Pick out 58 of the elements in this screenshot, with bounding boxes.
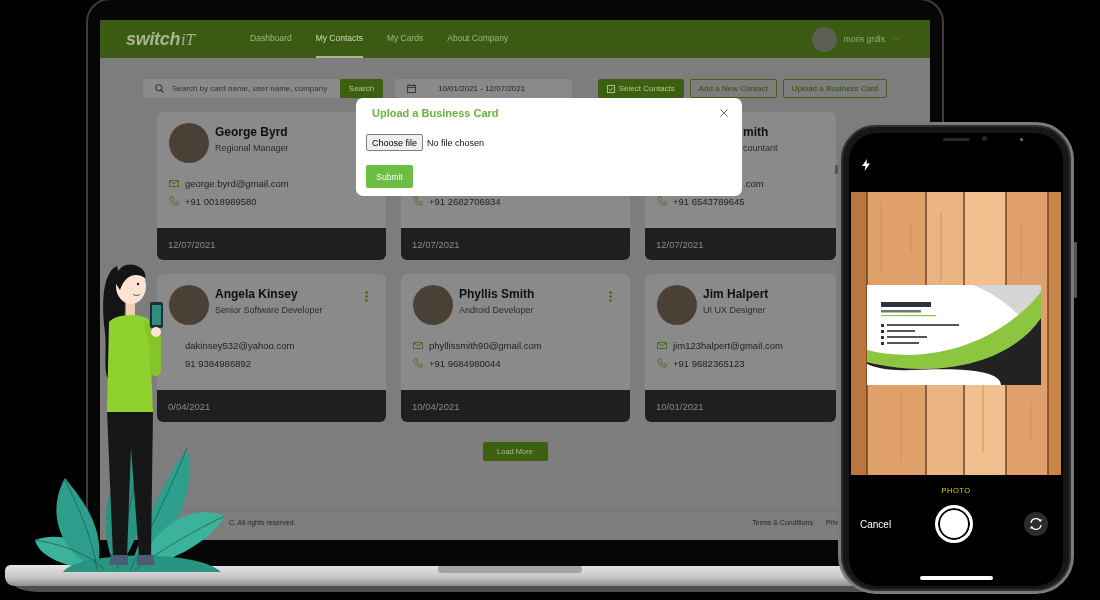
flip-camera-icon[interactable]	[1024, 512, 1048, 536]
search-icon	[155, 84, 164, 93]
toolbar-button[interactable]: Select Contacts	[597, 79, 684, 98]
user-avatar[interactable]	[812, 26, 838, 52]
contact-job-title: Android Developer	[459, 305, 534, 316]
contact-name: Angela Kinsey	[215, 287, 298, 301]
contact-name: Jim Halpert	[703, 287, 769, 301]
contact-job-title: countant	[743, 143, 778, 154]
card-date: 10/01/2021	[656, 400, 704, 412]
contact-email[interactable]: dakinsey532@yahoo.com	[185, 339, 295, 351]
contact-name: Phyllis Smith	[459, 287, 535, 301]
dialog-title: Upload a Business Card	[372, 107, 499, 119]
card-date: 12/07/2021	[412, 238, 460, 250]
contact-phone[interactable]: +91 6543789645	[673, 195, 745, 207]
flash-icon[interactable]	[862, 159, 870, 171]
contact-email[interactable]: jim123halpert@gmail.com	[673, 339, 783, 351]
card-date: 12/07/2021	[168, 238, 216, 250]
contact-job-title: Regional Manager	[215, 143, 289, 154]
contact-email[interactable]: phyllissmith90@gmail.com	[429, 339, 542, 351]
search-button[interactable]: Search	[340, 79, 383, 98]
nav-tab[interactable]: About Company	[447, 20, 509, 58]
nav-tab[interactable]: Dashboard	[250, 20, 292, 58]
file-status-text: No file chosen	[427, 137, 485, 148]
contact-name: mith	[743, 125, 769, 139]
contact-email[interactable]: .com	[743, 177, 764, 189]
contact-name: George Byrd	[215, 125, 288, 139]
camera-lens-icon	[982, 136, 987, 141]
side-button[interactable]	[835, 165, 838, 174]
app-logo[interactable]: switchiT	[126, 28, 196, 50]
indicator-light-icon	[1020, 138, 1023, 141]
contact-job-title: Senior Software Developer	[215, 305, 323, 316]
close-icon[interactable]	[720, 109, 728, 117]
date-range-field[interactable]: 10/01/2021 - 12/07/2021	[395, 79, 572, 98]
toolbar-button[interactable]: Add a New Contact	[689, 79, 777, 98]
contact-job-title: UI UX Designer	[703, 305, 766, 316]
caret-icon[interactable]	[893, 37, 900, 41]
toolbar-button[interactable]: Upload a Business Card	[782, 79, 887, 98]
nav-tab[interactable]: My Cards	[386, 20, 424, 58]
side-button[interactable]	[1074, 242, 1077, 298]
user-name[interactable]: moris grdis	[843, 34, 885, 44]
cancel-button[interactable]: Cancel	[860, 518, 892, 530]
contact-phone[interactable]: +91 9684980044	[429, 357, 501, 369]
card-date: 12/07/2021	[656, 238, 704, 250]
calendar-icon	[407, 84, 416, 93]
card-date: 10/04/2021	[412, 400, 460, 412]
contact-phone[interactable]: 91 9384986892	[185, 357, 252, 369]
contact-phone[interactable]: +91 0018989580	[185, 195, 257, 207]
shutter-button[interactable]	[935, 505, 973, 543]
speaker-slot	[943, 138, 970, 141]
choose-file-button[interactable]: Choose file	[366, 134, 424, 151]
search-field[interactable]: Search by card name, user name, company	[143, 79, 340, 98]
more-options-icon[interactable]	[609, 291, 612, 302]
more-options-icon[interactable]	[365, 291, 368, 302]
contact-phone[interactable]: +91 2682706934	[429, 195, 501, 207]
contact-email[interactable]: george.byrd@gmail.com	[185, 177, 289, 189]
card-date: 0/04/2021	[168, 400, 211, 412]
contact-phone[interactable]: +91 9682365123	[673, 357, 745, 369]
nav-tab[interactable]: My Contacts	[315, 20, 363, 58]
